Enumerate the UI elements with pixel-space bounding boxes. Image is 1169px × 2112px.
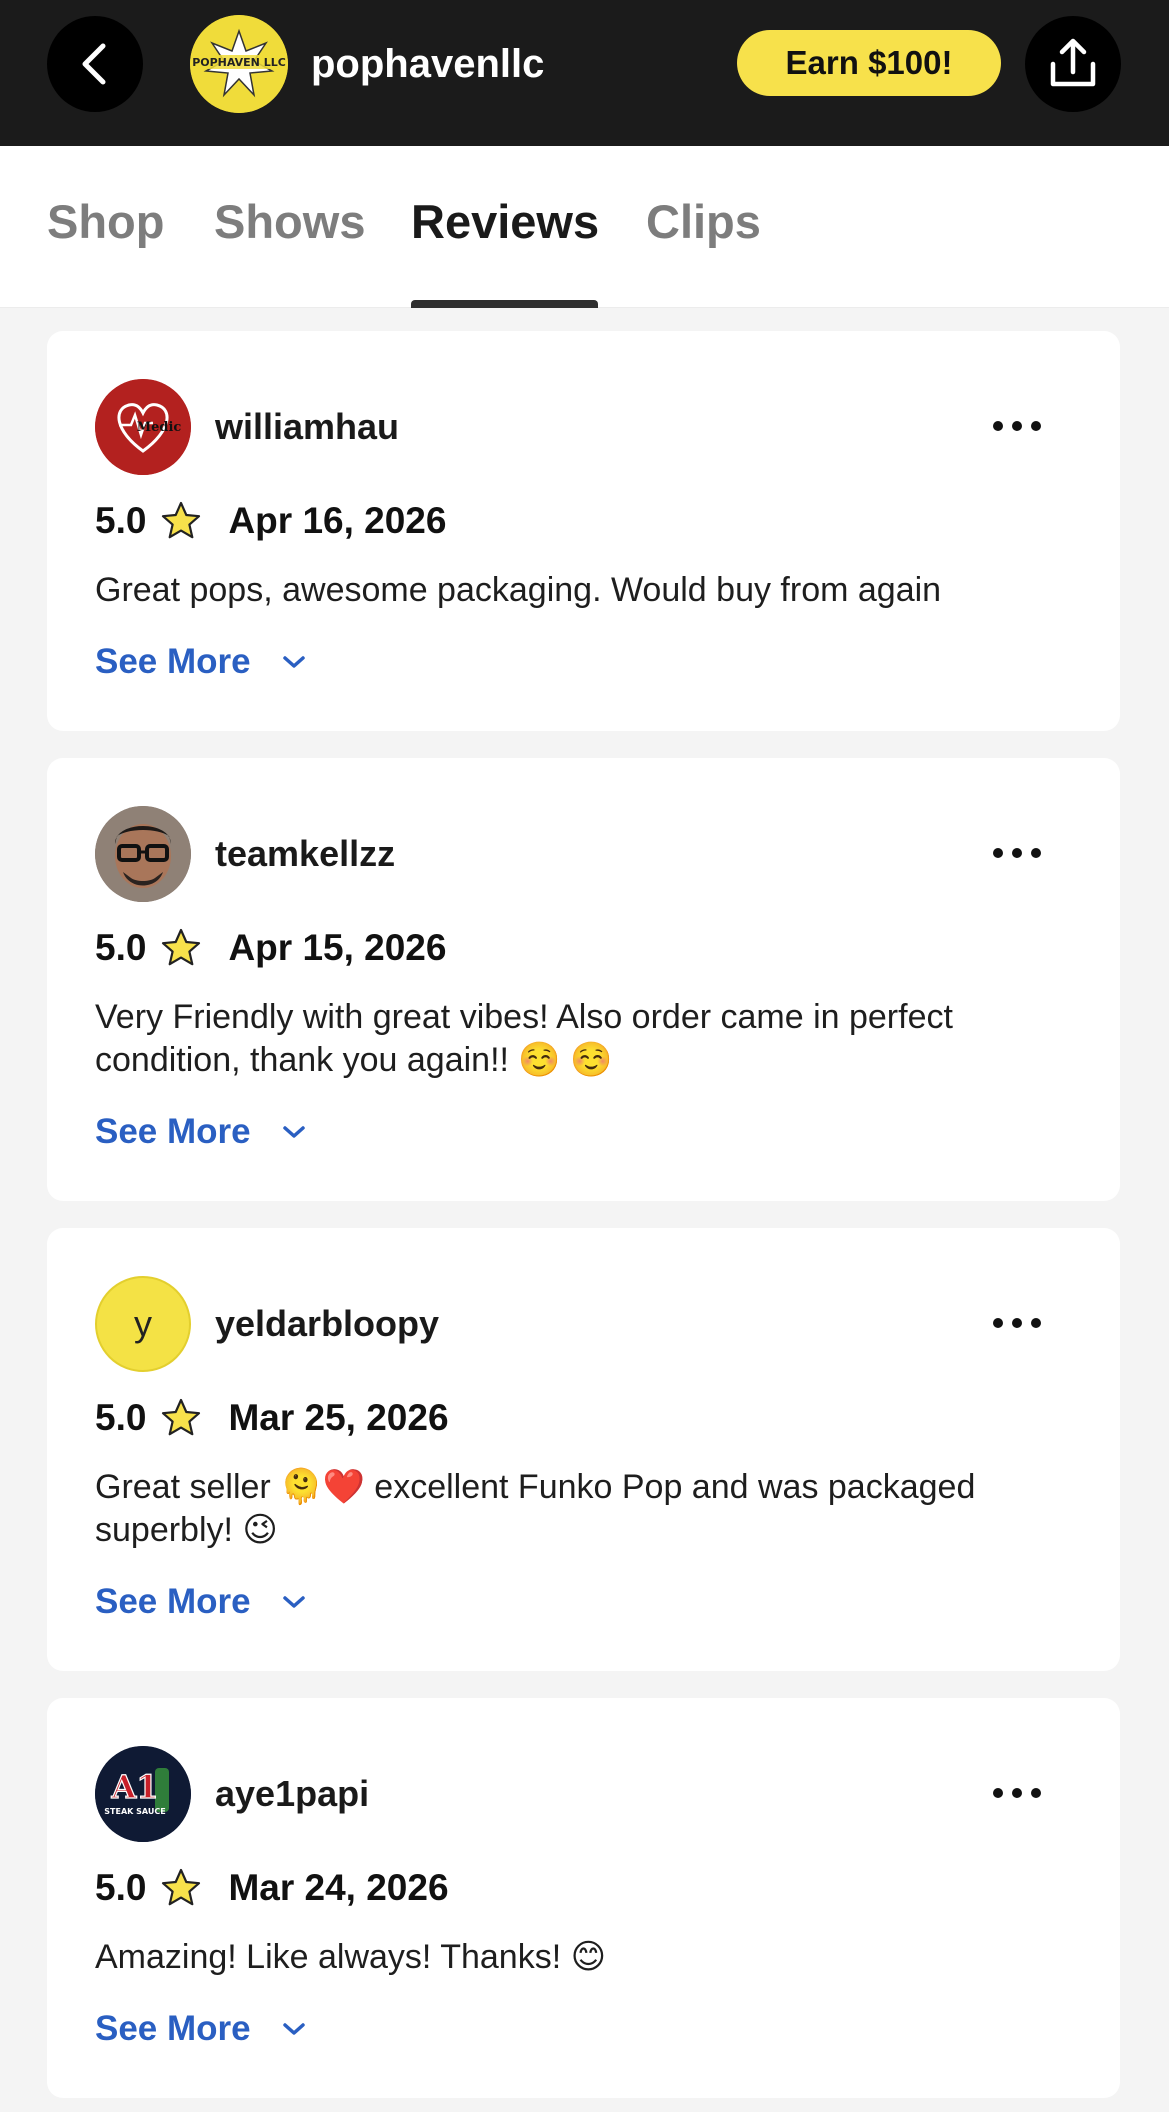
svg-text:A1: A1	[110, 1768, 158, 1806]
a1-steak-sauce-logo: A1 STEAK SAUCE	[95, 1746, 191, 1842]
rating-value: 5.0	[95, 1867, 147, 1908]
rating-row: 5.0 Apr 15, 2026	[95, 926, 446, 970]
reviewer-username[interactable]: aye1papi	[215, 1772, 369, 1816]
shop-logo: POPHAVEN LLC	[190, 15, 288, 113]
avatar-letter: y	[134, 1303, 152, 1344]
reviewer-username[interactable]: teamkellzz	[215, 832, 395, 876]
see-more-button[interactable]: See More	[95, 1580, 307, 1624]
review-date: Mar 24, 2026	[228, 1867, 449, 1908]
chevron-down-icon	[281, 2020, 307, 2038]
svg-text:STEAK SAUCE: STEAK SAUCE	[104, 1807, 165, 1816]
see-more-label: See More	[95, 1112, 251, 1151]
star-icon	[160, 927, 202, 969]
tab-reviews[interactable]: Reviews	[411, 194, 599, 250]
review-text: Great pops, awesome packaging. Would buy…	[95, 571, 942, 609]
review-card: teamkellzz 5.0 Apr 15, 2026 Very Friendl…	[47, 758, 1120, 1201]
back-button[interactable]	[47, 16, 143, 112]
rating-row: 5.0 Mar 25, 2026	[95, 1396, 449, 1440]
see-more-label: See More	[95, 2009, 251, 2048]
review-card: y yeldarbloopy 5.0 Mar 25, 2026 Great se…	[47, 1228, 1120, 1671]
more-options-button[interactable]	[981, 1768, 1053, 1818]
reviewer-username[interactable]: yeldarbloopy	[215, 1302, 439, 1346]
earn-referral-button[interactable]: Earn $100!	[737, 30, 1001, 96]
rating-value: 5.0	[95, 500, 147, 541]
review-date: Apr 15, 2026	[228, 927, 447, 968]
star-icon	[160, 1397, 202, 1439]
avatar[interactable]: Medic	[95, 379, 191, 475]
reviewer-username[interactable]: williamhau	[215, 405, 399, 449]
rating-value: 5.0	[95, 927, 147, 968]
review-text: Great seller 🫠❤️ excellent Funko Pop and…	[95, 1468, 976, 1549]
tab-bar: Shop Shows Reviews Clips	[0, 146, 1169, 308]
more-options-button[interactable]	[981, 1298, 1053, 1348]
see-more-label: See More	[95, 642, 251, 681]
review-card: A1 STEAK SAUCE aye1papi 5.0 Mar 24, 2026…	[47, 1698, 1120, 2098]
shop-avatar[interactable]: POPHAVEN LLC	[190, 15, 288, 113]
chevron-down-icon	[281, 1593, 307, 1611]
star-icon	[160, 500, 202, 542]
share-icon	[1050, 38, 1096, 87]
review-card: Medic williamhau 5.0 Apr 16, 2026 Great …	[47, 331, 1120, 731]
chevron-down-icon	[281, 653, 307, 671]
review-date: Apr 16, 2026	[228, 500, 447, 541]
see-more-label: See More	[95, 1582, 251, 1621]
more-options-button[interactable]	[981, 828, 1053, 878]
avatar[interactable]: A1 STEAK SAUCE	[95, 1746, 191, 1842]
chevron-down-icon	[281, 1123, 307, 1141]
chevron-left-icon	[82, 43, 106, 85]
review-text: Very Friendly with great vibes! Also ord…	[95, 998, 953, 1079]
see-more-button[interactable]: See More	[95, 2007, 307, 2051]
svg-text:Medic: Medic	[137, 420, 182, 435]
medic-logo: Medic	[95, 379, 191, 475]
shop-header: POPHAVEN LLC pophavenllc Earn $100!	[0, 0, 1169, 146]
rating-row: 5.0 Apr 16, 2026	[95, 499, 446, 543]
review-date: Mar 25, 2026	[228, 1397, 449, 1438]
share-button[interactable]	[1025, 16, 1121, 112]
svg-text:POPHAVEN LLC: POPHAVEN LLC	[192, 56, 286, 69]
tab-clips[interactable]: Clips	[646, 194, 761, 250]
rating-row: 5.0 Mar 24, 2026	[95, 1866, 449, 1910]
avatar[interactable]: y	[95, 1276, 191, 1372]
avatar[interactable]	[95, 806, 191, 902]
rating-value: 5.0	[95, 1397, 147, 1438]
see-more-button[interactable]: See More	[95, 1110, 307, 1154]
star-icon	[160, 1867, 202, 1909]
tab-shows[interactable]: Shows	[214, 194, 365, 250]
shop-name[interactable]: pophavenllc	[311, 40, 544, 88]
tab-shop[interactable]: Shop	[47, 194, 164, 250]
bitmoji-avatar	[95, 806, 191, 902]
see-more-button[interactable]: See More	[95, 640, 307, 684]
review-text: Amazing! Like always! Thanks! 😊	[95, 1938, 607, 1976]
more-options-button[interactable]	[981, 401, 1053, 451]
active-tab-indicator	[411, 300, 598, 308]
